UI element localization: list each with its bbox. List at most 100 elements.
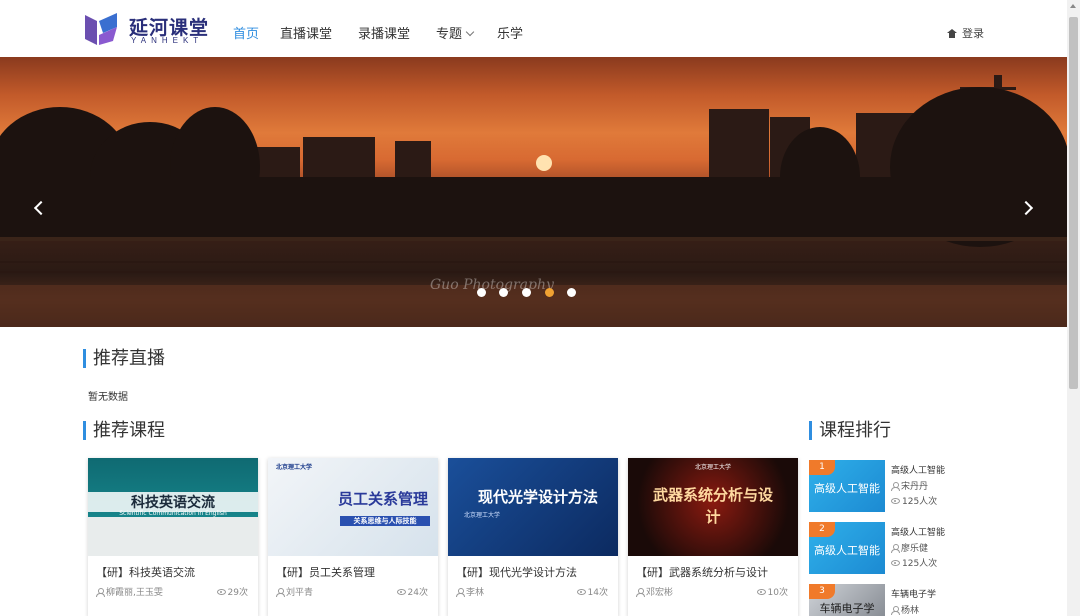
rank-views-text: 125人次 [902, 497, 938, 507]
rank-course-name: 高级人工智能 [891, 466, 946, 476]
nav-item-lexue[interactable]: 乐学 [497, 23, 523, 42]
section-title-courses: 推荐课程 [83, 421, 165, 440]
banner-watermark: Guo Photography [430, 277, 555, 293]
eye-icon [891, 498, 900, 504]
rank-teacher-text: 廖乐健 [901, 544, 929, 554]
course-cover-top: 北京理工大学 [463, 512, 500, 519]
user-icon [276, 588, 285, 597]
user-icon [96, 588, 105, 597]
banner-dot-4[interactable] [545, 288, 554, 297]
nav-item-topics[interactable]: 专题 [436, 23, 475, 42]
rank-badge: 2 [809, 522, 835, 537]
course-teachers-text: 邓宏彬 [646, 588, 674, 598]
course-cover: 现代光学设计方法 北京理工大学 [448, 458, 618, 556]
nav-item-live[interactable]: 直播课堂 [280, 23, 332, 42]
live-empty-text: 暂无数据 [88, 392, 128, 403]
rank-thumb: 2 高级人工智能 [809, 522, 885, 574]
course-title: 【研】科技英语交流 [96, 566, 195, 579]
course-cover-title: 科技英语交流 [88, 492, 258, 512]
course-cover-title: 武器系统分析与设计 [652, 486, 773, 526]
course-card[interactable]: 北京理工大学 员工关系管理 关系思维与人际技能 【研】员工关系管理 刘平青 24… [268, 458, 438, 616]
user-icon [891, 482, 900, 491]
eye-icon [576, 589, 586, 595]
course-cover-top: 北京理工大学 [694, 464, 731, 471]
course-cover-top: 北京理工大学 [276, 464, 313, 471]
rank-thumb-text: 高级人工智能 [814, 544, 880, 557]
course-teachers: 刘平青 [276, 585, 313, 598]
banner-dot-3[interactable] [522, 288, 531, 297]
rank-views: 125人次 [891, 494, 937, 507]
course-teachers-text: 李林 [466, 588, 485, 598]
course-teachers: 邓宏彬 [636, 585, 673, 598]
course-views: 24次 [396, 585, 428, 598]
rank-item[interactable]: 1 高级人工智能 高级人工智能 宋丹丹 125人次 [809, 460, 979, 515]
page-scrollbar[interactable] [1067, 0, 1080, 616]
rank-views: 125人次 [891, 556, 937, 569]
nav-item-recorded[interactable]: 录播课堂 [358, 23, 410, 42]
rank-item[interactable]: 3 车辆电子学 车辆电子学 杨林 [809, 584, 979, 616]
chevron-down-icon [465, 27, 475, 37]
course-cover: 北京理工大学 员工关系管理 关系思维与人际技能 [268, 458, 438, 556]
course-card[interactable]: 科技英语交流 Scientific Communication in Engli… [88, 458, 258, 616]
section-title-live: 推荐直播 [83, 349, 165, 368]
course-cover-subtitle: 关系思维与人际技能 [340, 516, 430, 526]
course-cover: 科技英语交流 Scientific Communication in Engli… [88, 458, 258, 556]
login-link[interactable]: 登录 [947, 25, 984, 41]
course-cover: 北京理工大学 武器系统分析与设计 [628, 458, 798, 556]
banner-dot-5[interactable] [567, 288, 576, 297]
course-teachers: 李林 [456, 585, 484, 598]
rank-thumb: 3 车辆电子学 [809, 584, 885, 616]
nav-item-home[interactable]: 首页 [233, 23, 259, 42]
home-icon [947, 29, 957, 38]
logo-mark-icon [85, 13, 117, 45]
course-views: 10次 [756, 585, 788, 598]
course-title: 【研】现代光学设计方法 [456, 566, 577, 579]
course-card[interactable]: 北京理工大学 武器系统分析与设计 【研】武器系统分析与设计 邓宏彬 10次 [628, 458, 798, 616]
course-views-text: 14次 [587, 588, 608, 598]
rank-badge: 3 [809, 584, 835, 599]
scroll-up-arrow-icon[interactable] [1070, 4, 1076, 8]
course-teachers-text: 柳霞丽,王玉雯 [106, 588, 163, 598]
course-teachers-text: 刘平青 [286, 588, 314, 598]
login-label: 登录 [962, 27, 984, 40]
banner-dot-1[interactable] [477, 288, 486, 297]
rank-teacher: 宋丹丹 [891, 479, 928, 492]
hero-banner: Guo Photography [0, 57, 1067, 327]
eye-icon [396, 589, 406, 595]
rank-thumb-text: 高级人工智能 [814, 482, 880, 495]
course-card[interactable]: 现代光学设计方法 北京理工大学 【研】现代光学设计方法 李林 14次 [448, 458, 618, 616]
section-title-ranking: 课程排行 [809, 421, 891, 440]
eye-icon [216, 589, 226, 595]
course-views: 14次 [576, 585, 608, 598]
rank-teacher-text: 宋丹丹 [901, 482, 929, 492]
scrollbar-thumb[interactable] [1069, 17, 1078, 389]
user-icon [891, 606, 900, 615]
eye-icon [891, 560, 900, 566]
rank-item[interactable]: 2 高级人工智能 高级人工智能 廖乐健 125人次 [809, 522, 979, 577]
rank-badge: 1 [809, 460, 835, 475]
course-title: 【研】员工关系管理 [276, 566, 375, 579]
course-views-text: 24次 [407, 588, 428, 598]
eye-icon [756, 589, 766, 595]
course-views-text: 29次 [227, 588, 248, 598]
course-teachers: 柳霞丽,王玉雯 [96, 585, 163, 598]
rank-teacher: 杨林 [891, 603, 919, 616]
course-views: 29次 [216, 585, 248, 598]
banner-dot-2[interactable] [499, 288, 508, 297]
site-logo[interactable]: 延河课堂 YANHEKT [83, 11, 215, 47]
course-views-text: 10次 [767, 588, 788, 598]
course-cover-subtitle: Scientific Communication in English [119, 510, 227, 517]
rank-thumb-text: 车辆电子学 [819, 602, 875, 615]
course-cover-title: 现代光学设计方法 [478, 488, 599, 506]
logo-text-en: YANHEKT [131, 36, 204, 45]
rank-course-name: 车辆电子学 [891, 590, 937, 600]
rank-teacher: 廖乐健 [891, 541, 928, 554]
site-header: 延河课堂 YANHEKT 首页 直播课堂 录播课堂 专题 乐学 登录 [0, 0, 1067, 57]
rank-views-text: 125人次 [902, 559, 938, 569]
course-title: 【研】武器系统分析与设计 [636, 566, 768, 579]
rank-course-name: 高级人工智能 [891, 528, 946, 538]
rank-teacher-text: 杨林 [901, 606, 920, 616]
user-icon [636, 588, 645, 597]
course-cover-title: 员工关系管理 [338, 490, 429, 508]
rank-thumb: 1 高级人工智能 [809, 460, 885, 512]
